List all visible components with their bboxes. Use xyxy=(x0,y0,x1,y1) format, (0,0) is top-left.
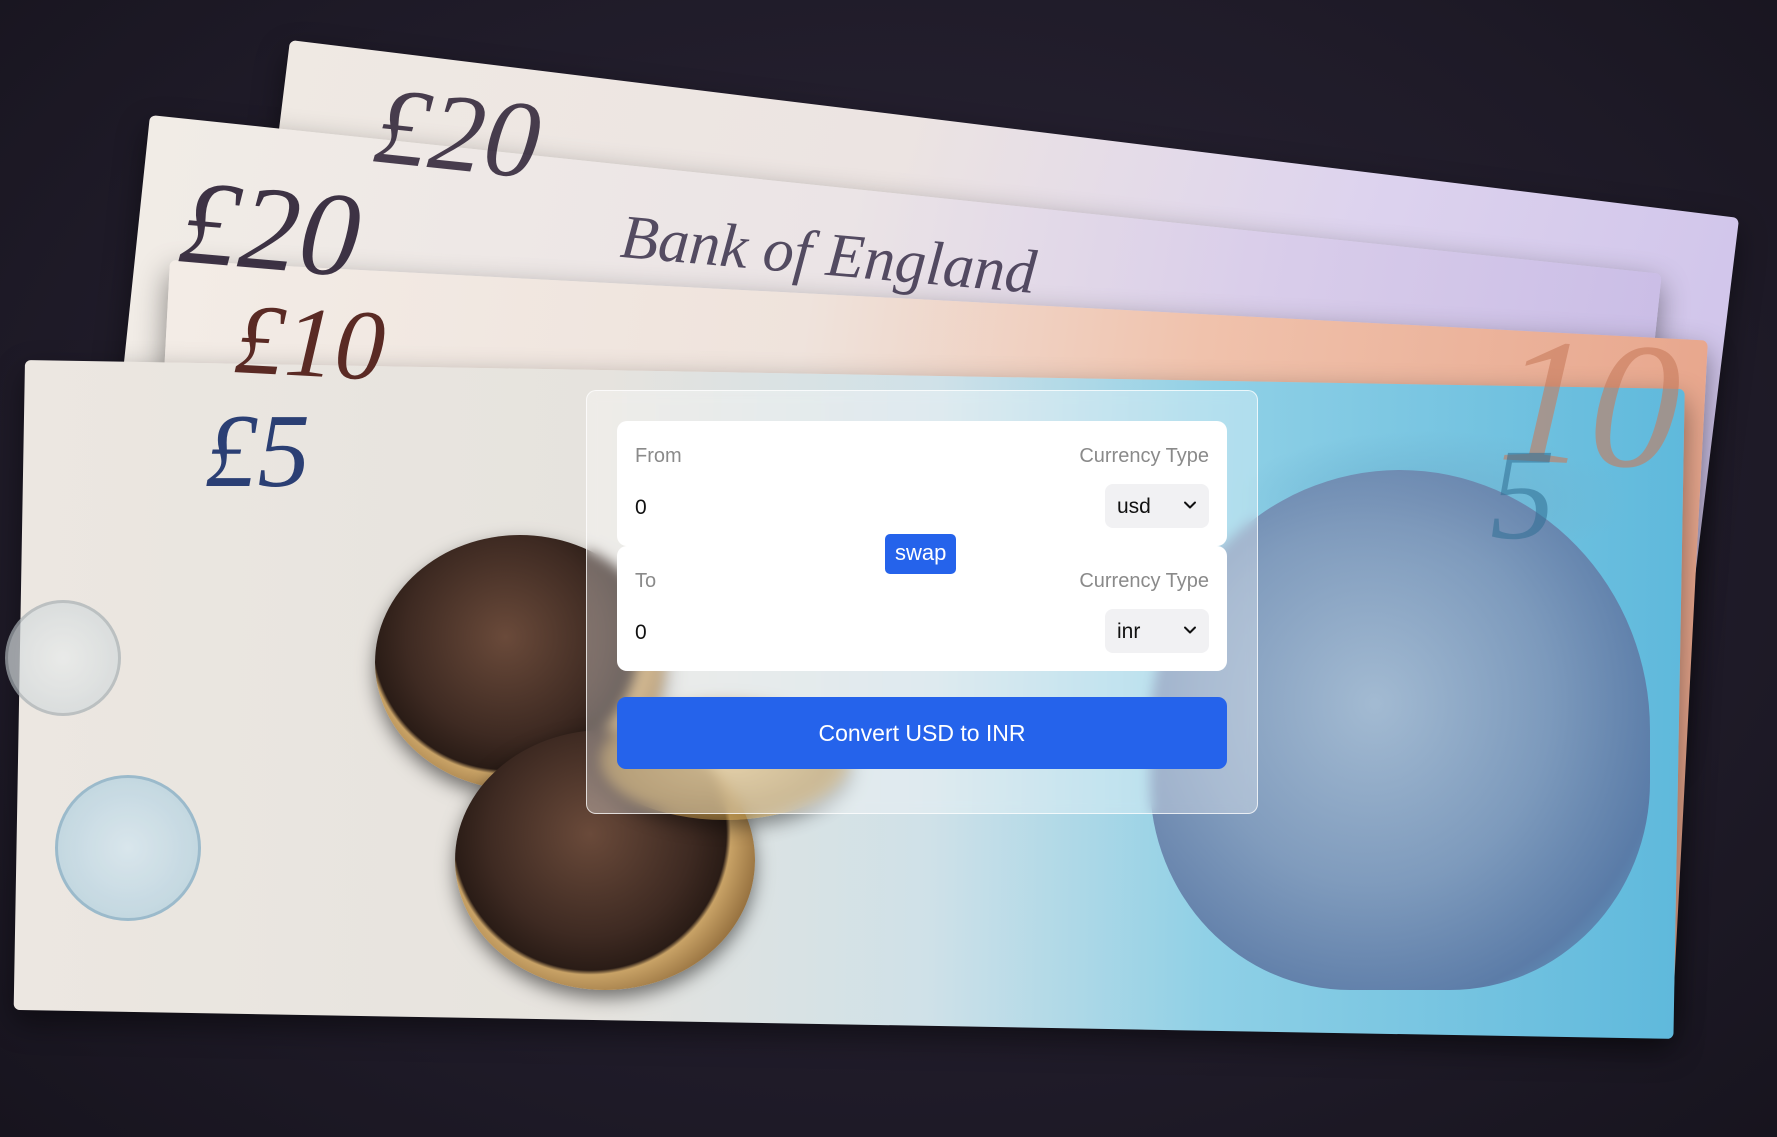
from-label: From xyxy=(635,445,682,467)
hologram-seal xyxy=(55,775,201,921)
chevron-down-icon xyxy=(1184,501,1196,509)
convert-button[interactable]: Convert USD to INR xyxy=(617,697,1227,769)
converter-card: From Currency Type usd swap To Currency … xyxy=(586,390,1258,814)
to-currency-label: Currency Type xyxy=(1079,570,1209,592)
watermark-seal xyxy=(5,600,121,716)
chevron-down-icon xyxy=(1184,626,1196,634)
from-currency-value: usd xyxy=(1117,495,1151,518)
to-currency-select[interactable]: inr xyxy=(1105,609,1209,653)
note-denomination: 5 xyxy=(1490,423,1555,567)
from-amount-input[interactable] xyxy=(635,493,935,523)
from-currency-select[interactable]: usd xyxy=(1105,484,1209,528)
note-denomination: £10 xyxy=(232,283,388,402)
to-currency-value: inr xyxy=(1117,620,1141,643)
from-box: From Currency Type usd xyxy=(617,421,1227,546)
to-amount-input[interactable] xyxy=(635,618,935,648)
note-denomination: £5 xyxy=(205,392,310,509)
note-denomination: £20 xyxy=(369,63,546,203)
to-label: To xyxy=(635,570,657,592)
from-currency-label: Currency Type xyxy=(1079,445,1209,467)
swap-button[interactable]: swap xyxy=(883,532,959,576)
